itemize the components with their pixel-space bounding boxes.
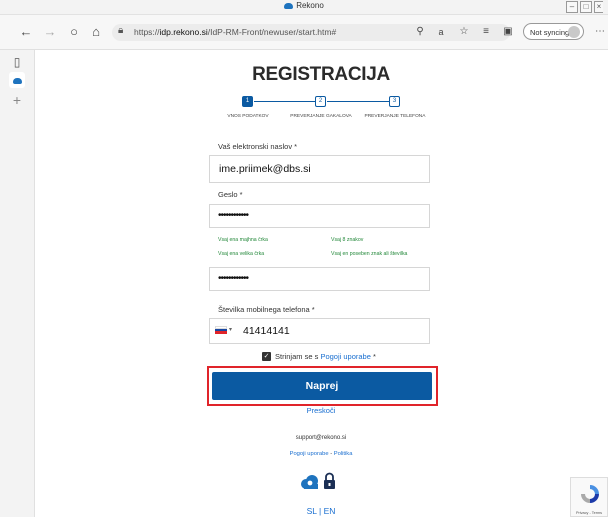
- hint-special: Vsaj en poseben znak ali številka: [331, 251, 408, 257]
- collections-icon[interactable]: ▣: [500, 24, 516, 40]
- forward-arrow-icon[interactable]: →: [42, 24, 58, 40]
- vertical-tab-sidebar: ▯ +: [0, 50, 35, 517]
- step-1-indicator: 1: [242, 96, 253, 107]
- step-connector-1: [254, 101, 315, 102]
- step-3-label: PREVERJANJE TELEFONA: [364, 114, 426, 119]
- hint-lowercase: Vsaj ena majhna črka: [218, 237, 268, 243]
- password-repeat-value: ••••••••••••: [218, 273, 249, 284]
- terms-agree-text: Strinjam se s Pogoji uporabe *: [275, 352, 376, 361]
- url-text: https://idp.rekono.si/IdP-RM-Front/newus…: [134, 27, 336, 37]
- cloud-logo-icon: [300, 474, 320, 490]
- search-icon[interactable]: ⚲: [412, 24, 428, 40]
- terms-agree-suffix: *: [370, 352, 376, 361]
- window-title: Rekono: [0, 1, 608, 10]
- recaptcha-badge[interactable]: Privacy - Terms: [570, 477, 608, 517]
- phone-value: 41414141: [243, 325, 290, 337]
- window-titlebar: Rekono – □ ×: [0, 0, 608, 15]
- rekono-logo-icon: [284, 2, 294, 9]
- step-connector-2: [327, 101, 389, 102]
- step-1-number: 1: [245, 98, 250, 104]
- recaptcha-label: Privacy - Terms: [575, 511, 603, 515]
- password-field[interactable]: ••••••••••••: [209, 204, 430, 228]
- recaptcha-arc-gray: [581, 494, 590, 503]
- support-email[interactable]: support@rekono.si: [34, 435, 608, 441]
- recaptcha-arc-blue: [590, 485, 599, 494]
- back-arrow-icon[interactable]: ←: [18, 24, 34, 40]
- password-repeat-field[interactable]: ••••••••••••: [209, 267, 430, 291]
- phone-label: Številka mobilnega telefona *: [218, 305, 315, 314]
- window-title-text: Rekono: [296, 1, 324, 10]
- lang-sl-link[interactable]: SL: [307, 506, 317, 516]
- url-path: /IdP-RM-Front/newuser/start.htm#: [207, 27, 337, 37]
- cloud-logo-dot: [307, 480, 313, 486]
- step-2-number: 2: [318, 98, 323, 104]
- footer-policy-link[interactable]: Politika: [334, 451, 353, 457]
- address-bar[interactable]: 🔒︎ https://idp.rekono.si/IdP-RM-Front/ne…: [112, 24, 510, 41]
- cloud-logo-svg: [301, 475, 318, 489]
- tab-actions-icon[interactable]: ▯: [9, 54, 25, 70]
- new-tab-icon[interactable]: +: [9, 92, 25, 108]
- step-1-label: VNOS PODATKOV: [227, 114, 269, 119]
- padlock-keyhole: [328, 483, 331, 486]
- close-window-button[interactable]: ×: [594, 1, 603, 13]
- lang-en-link[interactable]: EN: [324, 506, 336, 516]
- hint-length: Vsaj 8 znakov: [331, 237, 364, 243]
- terms-agree-prefix: Strinjam se s: [275, 352, 321, 361]
- email-label: Vaš elektronski naslov *: [218, 142, 298, 151]
- url-prefix: https://: [134, 27, 160, 37]
- step-2-indicator: 2: [315, 96, 326, 107]
- padlock-logo-svg: [324, 472, 335, 489]
- country-dropdown-icon[interactable]: ▾: [229, 326, 232, 333]
- url-host: idp.rekono.si: [159, 27, 208, 37]
- sync-status-label: Not syncing: [530, 28, 570, 37]
- recaptcha-icon: [581, 485, 599, 503]
- minimize-button[interactable]: –: [566, 1, 578, 13]
- add-favorite-icon[interactable]: ☆: [456, 24, 472, 40]
- profile-avatar: [568, 26, 580, 38]
- step-3-number: 3: [392, 98, 397, 104]
- footer-links: Pogoji uporabe - Politika: [34, 451, 608, 457]
- padlock-logo-icon: [323, 472, 336, 490]
- refresh-icon[interactable]: ○: [66, 24, 82, 40]
- skip-link[interactable]: Preskoči: [34, 406, 608, 415]
- sync-status-button[interactable]: Not syncing: [523, 23, 584, 40]
- browser-toolbar: ← → ○ ⌂ 🔒︎ https://idp.rekono.si/IdP-RM-…: [0, 15, 608, 50]
- step-2-label: PREVERJANJE GAKALOVA: [290, 114, 352, 119]
- favorites-icon[interactable]: ≡: [478, 24, 494, 40]
- terms-link[interactable]: Pogoji uporabe: [320, 352, 370, 361]
- page-title: REGISTRACIJA: [252, 64, 390, 85]
- language-switch: SL | EN: [34, 506, 608, 516]
- slovenia-flag-icon[interactable]: [215, 326, 227, 334]
- next-button[interactable]: Naprej: [212, 372, 432, 400]
- active-tab-rekono[interactable]: [9, 72, 25, 88]
- password-value: ••••••••••••: [218, 210, 249, 221]
- padlock-shackle: [325, 472, 334, 480]
- lang-separator: |: [316, 506, 324, 516]
- read-aloud-icon[interactable]: a: [433, 24, 449, 40]
- rekono-tab-icon: [12, 78, 22, 84]
- flag-stripe-red: [215, 331, 227, 334]
- password-label: Geslo *: [218, 190, 243, 199]
- maximize-button[interactable]: □: [580, 1, 592, 13]
- lock-icon: 🔒︎: [118, 25, 124, 36]
- recaptcha-arc-navy: [590, 494, 599, 503]
- phone-field[interactable]: 41414141: [209, 318, 430, 344]
- hint-uppercase: Vsaj ena velika črka: [218, 251, 265, 257]
- terms-checkbox[interactable]: ✓: [262, 352, 271, 361]
- home-icon[interactable]: ⌂: [88, 24, 104, 40]
- step-3-indicator: 3: [389, 96, 400, 107]
- email-value: ime.priimek@dbs.si: [219, 163, 311, 175]
- more-options-icon[interactable]: ⋯: [592, 24, 608, 40]
- footer-terms-link[interactable]: Pogoji uporabe: [290, 451, 329, 457]
- email-field[interactable]: ime.priimek@dbs.si: [209, 155, 430, 183]
